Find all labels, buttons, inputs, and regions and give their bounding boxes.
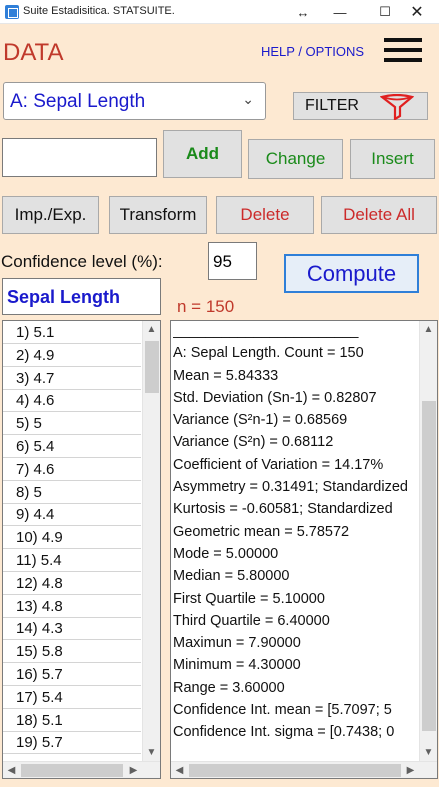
result-line: Median = 5.80000	[173, 568, 290, 585]
list-item[interactable]: 10) 4.9	[3, 526, 141, 550]
confidence-level-label: Confidence level (%):	[1, 252, 163, 271]
list-item[interactable]: 3) 4.7	[3, 367, 141, 390]
list-item[interactable]: 15) 5.8	[3, 640, 141, 664]
result-line: Coefficient of Variation = 14.17%	[173, 456, 384, 473]
list-item[interactable]: 2) 4.9	[3, 344, 141, 367]
insert-button[interactable]: Insert	[350, 139, 435, 179]
result-line: Mean = 5.84333	[173, 367, 279, 384]
result-line: Range = 3.60000	[173, 679, 285, 696]
delete-button[interactable]: Delete	[216, 196, 314, 234]
chevron-down-icon: ⌄	[242, 91, 254, 107]
results-panel[interactable]: _______________________ A: Sepal Length. …	[170, 320, 438, 779]
result-line: Third Quartile = 6.40000	[173, 612, 330, 629]
close-button[interactable]: ✕	[394, 0, 439, 24]
variable-select[interactable]: A: Sepal Length ⌄	[3, 82, 266, 120]
results-text: _______________________ A: Sepal Length. …	[173, 323, 417, 761]
result-line: Maximun = 7.90000	[173, 635, 301, 652]
scroll-thumb[interactable]	[145, 341, 159, 393]
window-title: Suite Estadisitica. STATSUITE.	[23, 5, 175, 17]
list-item[interactable]: 7) 4.6	[3, 458, 141, 481]
transform-button[interactable]: Transform	[109, 196, 207, 234]
variable-select-value: A: Sepal Length	[10, 91, 146, 112]
list-item[interactable]: 17) 5.4	[3, 686, 141, 709]
result-line: Variance (S²n-1) = 0.68569	[173, 412, 348, 429]
list-item[interactable]: 1) 5.1	[3, 321, 141, 344]
compute-button[interactable]: Compute	[284, 254, 419, 293]
data-list[interactable]: 1) 5.1 2) 4.9 3) 4.7 4) 4.6 5) 5 6) 5.4 7) 4.6…	[2, 320, 161, 779]
filter-button-label: FILTER	[305, 97, 359, 114]
list-item[interactable]: 5) 5	[3, 412, 141, 436]
hamburger-menu-icon[interactable]	[384, 38, 422, 62]
result-line: First Quartile = 5.10000	[173, 590, 325, 607]
window-titlebar: Suite Estadisitica. STATSUITE. ↔ — ☐ ✕	[0, 0, 439, 24]
filter-button[interactable]: FILTER	[293, 92, 428, 120]
result-line: _______________________	[173, 746, 359, 761]
funnel-icon	[380, 94, 414, 120]
list-item[interactable]: 9) 4.4	[3, 503, 141, 527]
scroll-up-icon[interactable]: ▲	[420, 321, 437, 338]
list-item[interactable]: 16) 5.7	[3, 663, 141, 686]
scroll-left-icon[interactable]: ◀	[171, 762, 188, 778]
delete-all-button[interactable]: Delete All	[321, 196, 437, 234]
variable-name: Sepal Length	[7, 287, 121, 307]
app-icon	[5, 5, 19, 19]
variable-name-field[interactable]: Sepal Length	[2, 278, 161, 315]
result-line: Confidence Int. sigma = [0.7438; 0	[173, 724, 395, 741]
result-line: Minimum = 4.30000	[173, 657, 301, 674]
result-line: Geometric mean = 5.78572	[173, 523, 350, 540]
help-options-link[interactable]: HELP / OPTIONS	[261, 44, 364, 59]
scroll-thumb[interactable]	[422, 401, 436, 731]
data-list-vertical-scrollbar[interactable]: ▲ ▼	[142, 321, 160, 761]
results-vertical-scrollbar[interactable]: ▲ ▼	[419, 321, 437, 761]
sample-size-label: n = 150	[177, 297, 235, 316]
list-item[interactable]: 14) 4.3	[3, 617, 141, 641]
page-title: DATA	[3, 39, 64, 66]
scroll-down-icon[interactable]: ▼	[143, 744, 160, 761]
minimize-button[interactable]: —	[317, 0, 363, 24]
list-item[interactable]: 13) 4.8	[3, 595, 141, 618]
value-input[interactable]	[2, 138, 157, 177]
result-line: A: Sepal Length. Count = 150	[173, 345, 364, 362]
add-button[interactable]: Add	[163, 130, 242, 178]
results-horizontal-scrollbar[interactable]: ◀ ▶	[171, 761, 437, 778]
result-line: Kurtosis = -0.60581; Standardized	[173, 501, 393, 518]
list-item[interactable]: 11) 5.4	[3, 549, 141, 572]
result-line: Variance (S²n) = 0.68112	[173, 434, 334, 451]
scroll-right-icon[interactable]: ▶	[402, 762, 419, 778]
list-item[interactable]: 12) 4.8	[3, 572, 141, 595]
result-line: Std. Deviation (Sn-1) = 0.82807	[173, 389, 377, 406]
scroll-thumb[interactable]	[189, 764, 401, 777]
change-button[interactable]: Change	[248, 139, 343, 179]
result-line: Confidence Int. mean = [5.7097; 5	[173, 702, 392, 719]
result-line: Asymmetry = 0.31491; Standardized	[173, 479, 408, 496]
data-list-horizontal-scrollbar[interactable]: ◀ ▶	[3, 761, 160, 778]
list-item[interactable]: 19) 5.7	[3, 731, 141, 755]
list-item[interactable]: 18) 5.1	[3, 709, 141, 732]
import-export-button[interactable]: Imp./Exp.	[2, 196, 99, 234]
result-line: Mode = 5.00000	[173, 545, 279, 562]
list-item[interactable]: 6) 5.4	[3, 435, 141, 458]
scroll-right-icon[interactable]: ▶	[125, 762, 142, 778]
list-item[interactable]: 4) 4.6	[3, 389, 141, 413]
scroll-up-icon[interactable]: ▲	[143, 321, 160, 338]
scroll-thumb[interactable]	[21, 764, 123, 777]
confidence-level-input[interactable]: 95	[208, 242, 257, 280]
list-item[interactable]: 8) 5	[3, 481, 141, 504]
scroll-left-icon[interactable]: ◀	[3, 762, 20, 778]
result-line: _______________________	[173, 323, 359, 339]
scroll-down-icon[interactable]: ▼	[420, 744, 437, 761]
